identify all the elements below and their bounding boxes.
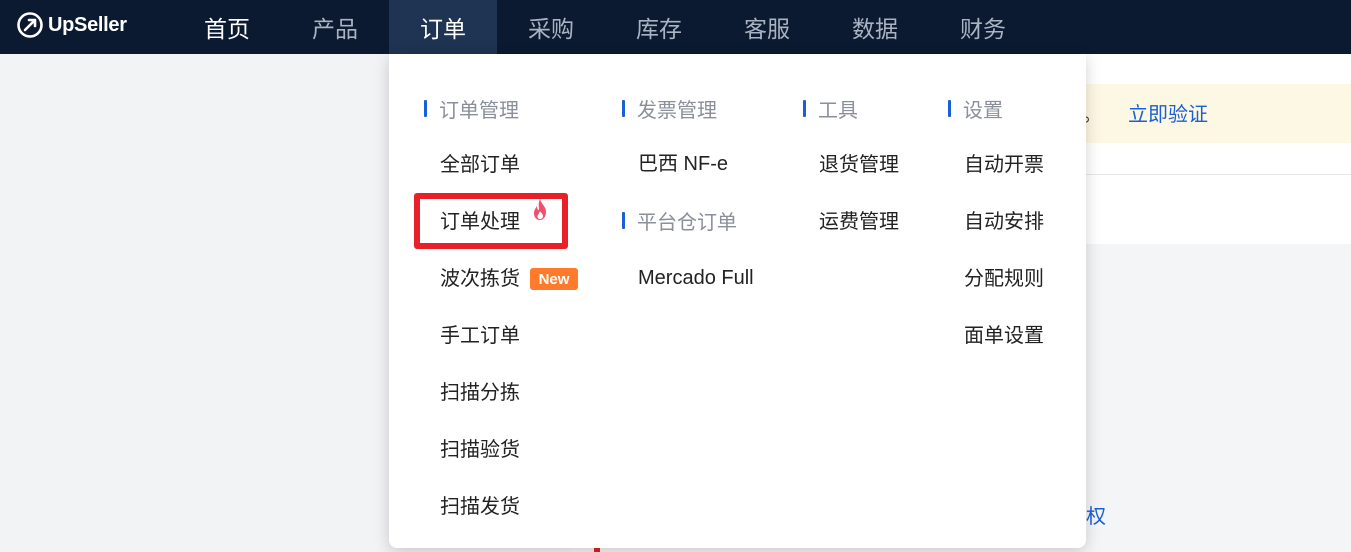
group-title-label: 发票管理 (637, 97, 717, 122)
upseller-logo[interactable]: UpSeller (16, 11, 127, 39)
menu-item-auto-invoicing[interactable]: 自动开票 (964, 151, 1044, 177)
nav-orders[interactable]: 订单 (389, 0, 497, 54)
menu-item-auto-arrange[interactable]: 自动安排 (964, 208, 1044, 234)
group-title-order-management: 订单管理 (424, 97, 519, 122)
menu-item-scan-shipping[interactable]: 扫描发货 (440, 493, 520, 519)
menu-item-label-settings[interactable]: 面单设置 (964, 322, 1044, 348)
group-title-bar (424, 99, 427, 117)
group-title-bar (622, 99, 625, 117)
menu-item-wave-picking[interactable]: 波次拣货 (440, 265, 520, 291)
group-title-label: 平台仓订单 (637, 209, 737, 234)
group-title-bar (948, 99, 951, 117)
group-title-label: 订单管理 (439, 97, 519, 122)
group-title-label: 工具 (818, 97, 858, 122)
highlight-box (414, 193, 568, 249)
verify-now-link[interactable]: 立即验证 (1128, 98, 1208, 127)
top-navigation-bar: UpSeller 首页 产品 订单 采购 库存 客服 数据 财务 (0, 0, 1351, 54)
menu-item-scan-inspection[interactable]: 扫描验货 (440, 436, 520, 462)
logo-text: UpSeller (48, 13, 127, 36)
nav-customer-service[interactable]: 客服 (713, 0, 821, 54)
group-title-bar (622, 211, 625, 229)
upseller-logo-icon (17, 12, 43, 38)
menu-item-brazil-nfe[interactable]: 巴西 NF-e (638, 151, 728, 177)
menu-item-manual-order[interactable]: 手工订单 (440, 322, 520, 348)
group-title-label: 设置 (963, 97, 1003, 122)
nav-purchase[interactable]: 采购 (497, 0, 605, 54)
new-badge: New (530, 268, 578, 290)
nav-home[interactable]: 首页 (173, 0, 281, 54)
authorize-link[interactable]: 权 (1086, 500, 1106, 529)
nav-products[interactable]: 产品 (281, 0, 389, 54)
content-band-white (1086, 175, 1351, 244)
nav-finance[interactable]: 财务 (929, 0, 1037, 54)
group-title-platform-warehouse-orders: 平台仓订单 (622, 209, 737, 234)
nav-inventory[interactable]: 库存 (605, 0, 713, 54)
group-title-bar (803, 99, 806, 117)
menu-item-scan-sorting[interactable]: 扫描分拣 (440, 379, 520, 405)
menu-item-return-management[interactable]: 退货管理 (819, 151, 899, 177)
group-title-settings: 设置 (948, 97, 1003, 122)
group-title-tools: 工具 (803, 97, 858, 122)
menu-item-shipping-fee-management[interactable]: 运费管理 (819, 208, 899, 234)
menu-item-mercado-full[interactable]: Mercado Full (638, 265, 754, 291)
nav-data[interactable]: 数据 (821, 0, 929, 54)
menu-item-allocation-rules[interactable]: 分配规则 (964, 265, 1044, 291)
orders-dropdown-menu (389, 54, 1086, 548)
group-title-invoice-management: 发票管理 (622, 97, 717, 122)
menu-item-all-orders[interactable]: 全部订单 (440, 151, 520, 177)
